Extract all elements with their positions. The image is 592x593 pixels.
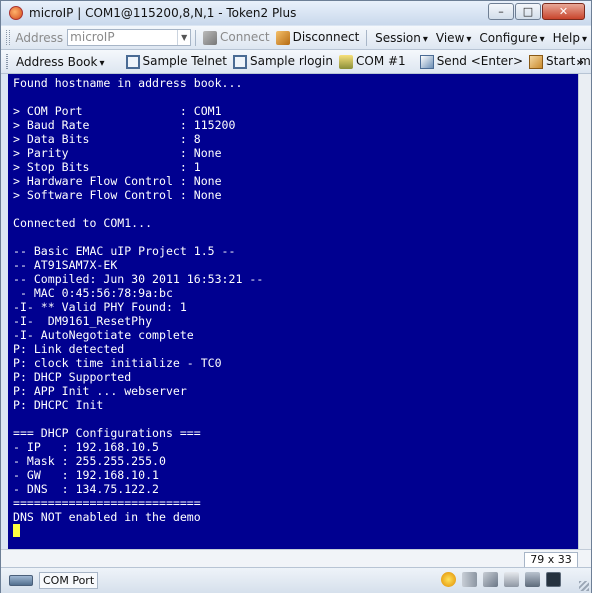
terminal-line: > Parity : None	[13, 146, 222, 160]
terminal-line: === DHCP Configurations ===	[13, 426, 201, 440]
terminal-cursor	[13, 524, 20, 537]
terminal-output: Found hostname in address book... > COM …	[8, 74, 578, 524]
activity-icon[interactable]	[441, 572, 456, 587]
menu-configure[interactable]: Configure ▾	[475, 31, 548, 45]
menu-help[interactable]: Help ▾	[549, 31, 591, 45]
terminal-line: > Stop Bits : 1	[13, 160, 201, 174]
maximize-icon: □	[522, 5, 534, 18]
chevron-down-icon: ▾	[539, 33, 545, 45]
terminal-line: - GW : 192.168.10.1	[13, 468, 159, 482]
chevron-down-icon: ▾	[99, 57, 105, 69]
minimize-icon: –	[498, 5, 504, 18]
vertical-scrollbar[interactable]	[578, 74, 591, 549]
send-enter-button[interactable]: Send <Enter>	[417, 54, 526, 69]
terminal-size-strip: 79 x 33	[1, 549, 591, 568]
connect-button[interactable]: Connect	[200, 30, 273, 45]
app-window: microIP | COM1@115200,8,N,1 - Token2 Plu…	[0, 0, 592, 593]
terminal-line: -- Compiled: Jun 30 2011 16:53:21 --	[13, 272, 264, 286]
print-icon[interactable]	[504, 572, 519, 587]
chevron-down-icon: ▾	[466, 33, 472, 45]
minimize-button[interactable]: –	[488, 3, 514, 20]
menu-view[interactable]: View ▾	[432, 31, 476, 45]
terminal-icon[interactable]	[546, 572, 561, 587]
disconnect-button[interactable]: Disconnect	[273, 30, 363, 45]
terminal-size-indicator: 79 x 33	[524, 552, 578, 568]
terminal-line: P: clock time initialize - TC0	[13, 356, 222, 370]
terminal-line: - Mask : 255.255.255.0	[13, 454, 166, 468]
terminal-line: > Baud Rate : 115200	[13, 118, 236, 132]
address-label: Address	[15, 30, 64, 45]
fast-forward-icon[interactable]	[462, 572, 477, 587]
resize-grip[interactable]	[579, 581, 589, 591]
toolbar-separator	[366, 29, 368, 46]
overflow-icon: »	[576, 54, 584, 69]
terminal-line: ===========================	[13, 496, 201, 510]
start-icon	[529, 54, 544, 69]
terminal-line: > COM Port : COM1	[13, 104, 222, 118]
toolbar-grip[interactable]	[6, 54, 8, 69]
sample-rlogin-button[interactable]: Sample rlogin	[230, 54, 336, 69]
status-bar: COM Port	[1, 567, 591, 593]
terminal-line: P: DHCP Supported	[13, 370, 132, 384]
terminal-line: -I- ** Valid PHY Found: 1	[13, 300, 187, 314]
terminal-line: DNS NOT enabled in the demo	[13, 510, 201, 524]
toolbar-overflow-button[interactable]: »	[573, 55, 587, 69]
terminal-line: -I- DM9161_ResetPhy	[13, 314, 153, 328]
monitor-icon	[125, 54, 140, 69]
terminal-line: Found hostname in address book...	[13, 76, 243, 90]
address-toolbar: Address microIP ▼ Connect Disconnect Ses…	[1, 26, 591, 50]
address-input[interactable]: microIP ▼	[67, 29, 192, 46]
maximize-button[interactable]: □	[515, 3, 541, 20]
toolbar-grip[interactable]	[6, 30, 11, 45]
terminal-line: -- Basic EMAC uIP Project 1.5 --	[13, 244, 236, 258]
terminal-line: > Hardware Flow Control : None	[13, 174, 222, 188]
terminal-line: - MAC 0:45:56:78:9a:bc	[13, 286, 173, 300]
plug-icon	[202, 30, 217, 45]
terminal-line: -- AT91SAM7X-EK	[13, 258, 118, 272]
menu-session[interactable]: Session ▾	[371, 31, 432, 45]
log-icon[interactable]	[525, 572, 540, 587]
chevron-down-icon[interactable]: ▼	[177, 30, 190, 45]
terminal-line: Connected to COM1...	[13, 216, 153, 230]
window-controls: – □ ✕	[487, 3, 585, 20]
chevron-down-icon: ▾	[422, 33, 428, 45]
disconnect-icon	[275, 30, 290, 45]
close-button[interactable]: ✕	[542, 3, 585, 20]
terminal-line: P: Link detected	[13, 342, 125, 356]
monitor-icon	[233, 54, 248, 69]
terminal-line: - DNS : 134.75.122.2	[13, 482, 159, 496]
terminal-line: - IP : 192.168.10.5	[13, 440, 159, 454]
terminal-line: -I- AutoNegotiate complete	[13, 328, 194, 342]
terminal-line: P: DHCPC Init	[13, 398, 104, 412]
title-bar[interactable]: microIP | COM1@115200,8,N,1 - Token2 Plu…	[1, 1, 591, 25]
address-book-button[interactable]: Address Book ▾	[13, 55, 108, 69]
terminal-line: > Data Bits : 8	[13, 132, 201, 146]
network-icon[interactable]	[483, 572, 498, 587]
terminal-line: > Software Flow Control : None	[13, 188, 222, 202]
chevron-down-icon: ▾	[581, 33, 588, 45]
app-icon	[9, 6, 23, 20]
connection-icon	[9, 575, 33, 586]
terminal-line: P: APP Init ... webserver	[13, 384, 187, 398]
window-title: microIP | COM1@115200,8,N,1 - Token2 Plu…	[29, 6, 297, 20]
sample-telnet-button[interactable]: Sample Telnet	[123, 54, 231, 69]
quick-toolbar: Address Book ▾ Sample Telnet Sample rlogi…	[1, 50, 592, 74]
com1-button[interactable]: COM #1	[336, 54, 409, 69]
toolbar-separator	[195, 29, 196, 46]
status-port: COM Port	[39, 572, 99, 589]
close-icon: ✕	[558, 5, 569, 18]
status-icons	[435, 572, 561, 587]
address-value: microIP	[70, 30, 115, 44]
serial-port-icon	[339, 54, 353, 69]
send-icon	[419, 54, 434, 69]
terminal-screen[interactable]: Found hostname in address book... > COM …	[8, 74, 578, 549]
